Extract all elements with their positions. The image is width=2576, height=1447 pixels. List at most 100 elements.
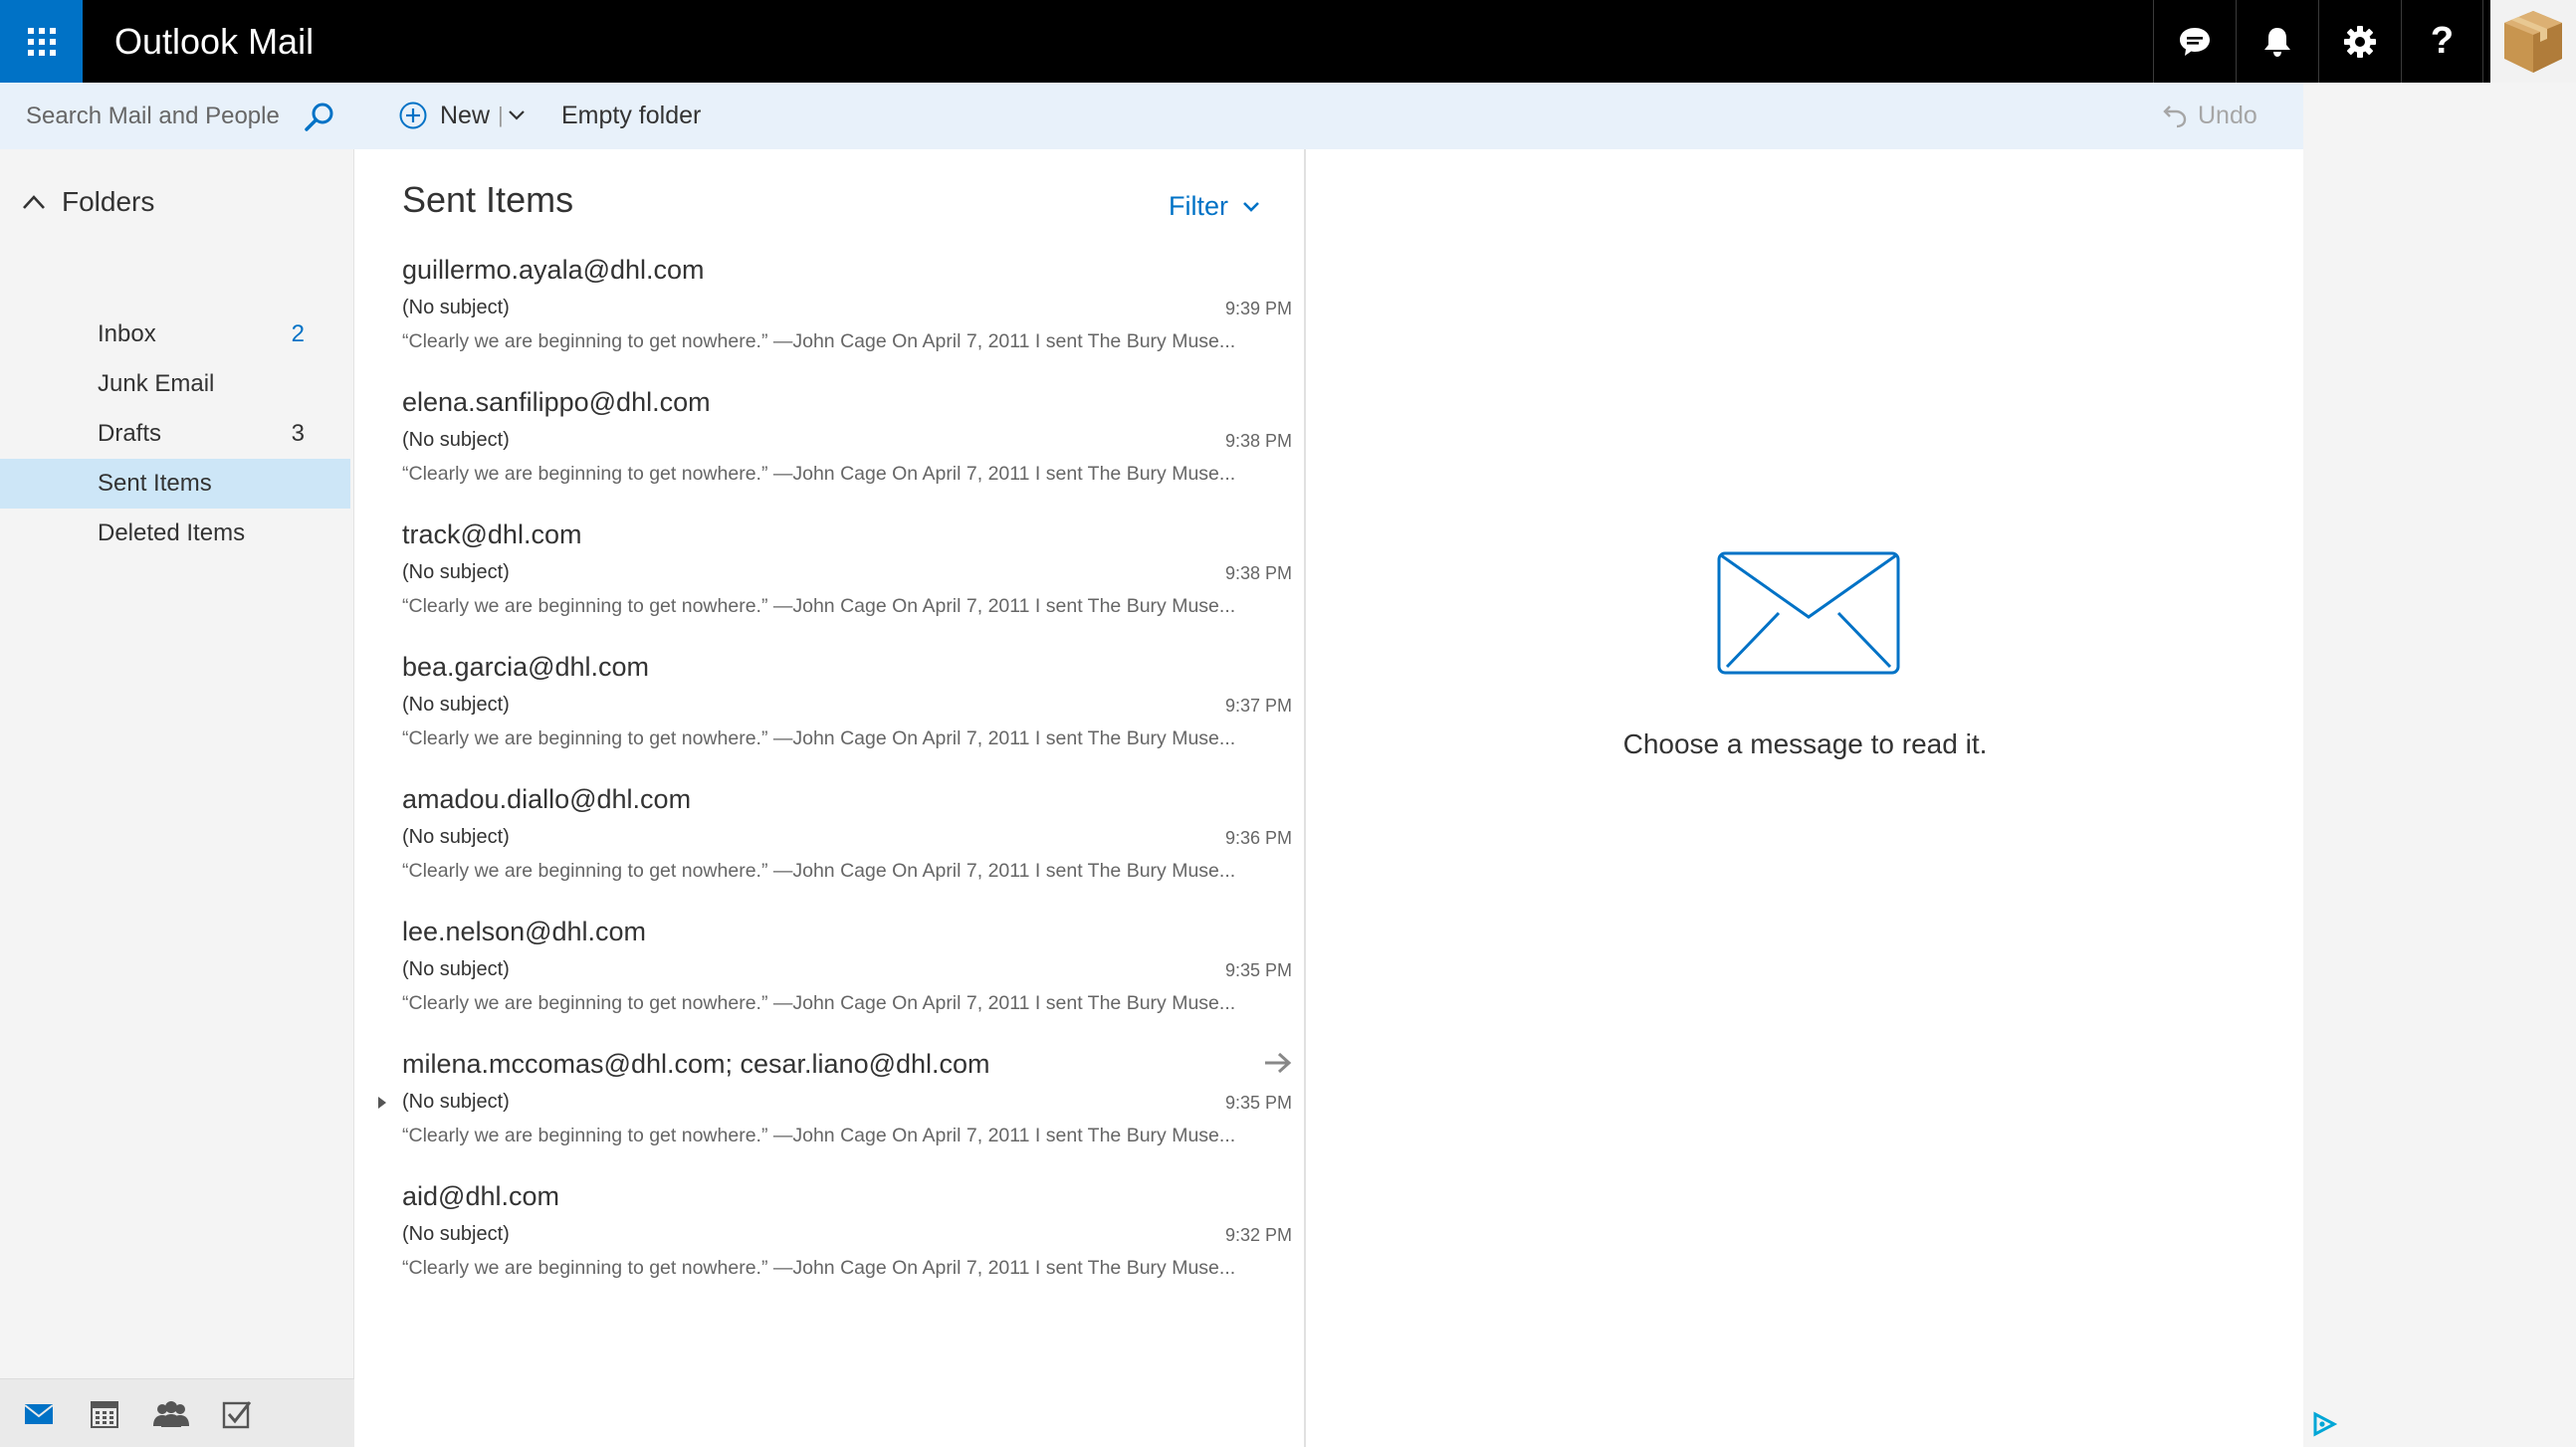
folders-toggle[interactable]: Folders: [22, 182, 154, 222]
message-sender: elena.sanfilippo@dhl.com: [402, 387, 711, 417]
message-preview: “Clearly we are beginning to get nowhere…: [402, 727, 1236, 749]
message-subject: (No subject): [402, 958, 510, 980]
message-sender: guillermo.ayala@dhl.com: [402, 255, 705, 285]
new-separator: |: [498, 103, 504, 127]
message-preview: “Clearly we are beginning to get nowhere…: [402, 595, 1236, 617]
nav-mail-button[interactable]: [16, 1391, 62, 1437]
reading-pane: Choose a message to read it.: [1307, 149, 2303, 1447]
message-list: Sent Items Filter guillermo.ayala@dhl.co…: [354, 149, 1306, 1447]
message-sender: milena.mccomas@dhl.com; cesar.liano@dhl.…: [402, 1049, 990, 1079]
message-sender: amadou.diallo@dhl.com: [402, 784, 692, 814]
folder-pane: Folders Inbox 2 Junk Email Drafts 3 Sent…: [0, 83, 354, 1447]
chevron-up-icon: [23, 195, 45, 209]
folder-item-inbox[interactable]: Inbox 2: [0, 310, 350, 359]
settings-button[interactable]: [2318, 0, 2401, 83]
avatar[interactable]: [2490, 0, 2576, 83]
empty-folder-button[interactable]: Empty folder: [561, 96, 701, 135]
search-icon: [305, 103, 333, 131]
calendar-icon: [91, 1401, 118, 1428]
help-icon: ?: [2430, 20, 2455, 62]
folder-label: Deleted Items: [98, 519, 246, 546]
filter-button[interactable]: Filter: [1169, 191, 1260, 222]
notifications-button[interactable]: [2236, 0, 2318, 83]
message-sender: aid@dhl.com: [402, 1181, 559, 1211]
folder-label: Junk Email: [98, 370, 215, 397]
message-time: 9:32 PM: [1224, 1225, 1292, 1245]
message-time: 9:35 PM: [1224, 1093, 1292, 1113]
message-item[interactable]: elena.sanfilippo@dhl.com (No subject) 9:…: [354, 377, 1304, 510]
nav-calendar-button[interactable]: [82, 1391, 127, 1437]
ad-rail: [2303, 83, 2576, 1447]
message-subject: (No subject): [402, 297, 510, 318]
message-time: 9:38 PM: [1224, 431, 1292, 451]
package-avatar-icon: [2504, 10, 2562, 73]
new-message-button[interactable]: New |: [398, 96, 526, 135]
folder-item-count: 3: [291, 420, 305, 447]
undo-icon: [2163, 105, 2187, 128]
message-preview: “Clearly we are beginning to get nowhere…: [402, 992, 1236, 1014]
search-input[interactable]: [0, 83, 289, 149]
undo-label: Undo: [2198, 101, 2257, 129]
app-launcher-icon: [27, 27, 56, 56]
message-item[interactable]: aid@dhl.com (No subject) 9:32 PM “Clearl…: [354, 1171, 1304, 1304]
app-title[interactable]: Outlook Mail: [114, 0, 314, 83]
adchoices-icon[interactable]: [2311, 1411, 2337, 1437]
message-sender: track@dhl.com: [402, 519, 582, 549]
folder-item-deleted-items[interactable]: Deleted Items: [0, 509, 350, 558]
message-preview: “Clearly we are beginning to get nowhere…: [402, 463, 1236, 485]
help-button[interactable]: ?: [2401, 0, 2483, 83]
message-item[interactable]: lee.nelson@dhl.com (No subject) 9:35 PM …: [354, 907, 1304, 1039]
folder-item-junk-email[interactable]: Junk Email: [0, 359, 350, 409]
chat-icon: [2180, 27, 2210, 56]
message-item[interactable]: track@dhl.com (No subject) 9:38 PM “Clea…: [354, 510, 1304, 642]
message-time: 9:37 PM: [1224, 696, 1292, 716]
envelope-icon: [1717, 551, 1900, 675]
search-button[interactable]: [301, 98, 338, 135]
chat-button[interactable]: [2153, 0, 2236, 83]
folder-item-drafts[interactable]: Drafts 3: [0, 409, 350, 459]
nav-people-button[interactable]: [148, 1391, 194, 1437]
new-label: New: [440, 101, 491, 129]
expand-thread-icon[interactable]: [376, 1095, 388, 1111]
message-item[interactable]: milena.mccomas@dhl.com; cesar.liano@dhl.…: [354, 1039, 1304, 1171]
command-bar: New | Empty folder Undo: [354, 83, 2303, 149]
folder-label: Sent Items: [98, 470, 212, 497]
undo-button[interactable]: Undo: [2162, 96, 2257, 135]
folder-item-sent-items[interactable]: Sent Items: [0, 459, 350, 509]
message-time: 9:35 PM: [1224, 960, 1292, 980]
message-item[interactable]: amadou.diallo@dhl.com (No subject) 9:36 …: [354, 774, 1304, 907]
message-time: 9:36 PM: [1224, 828, 1292, 848]
chevron-down-icon[interactable]: [508, 109, 526, 121]
folder-label: Inbox: [98, 320, 156, 347]
message-subject: (No subject): [402, 1091, 510, 1113]
message-preview: “Clearly we are beginning to get nowhere…: [402, 860, 1236, 882]
mail-icon: [24, 1404, 54, 1424]
list-title: Sent Items: [402, 179, 574, 220]
folder-label: Drafts: [98, 420, 162, 447]
search-box: [0, 83, 354, 149]
top-bar: Outlook Mail ?: [0, 0, 2576, 83]
message-item[interactable]: bea.garcia@dhl.com (No subject) 9:37 PM …: [354, 642, 1304, 774]
plus-circle-icon: [399, 102, 427, 129]
message-time: 9:38 PM: [1224, 563, 1292, 583]
nav-tasks-button[interactable]: [214, 1391, 260, 1437]
folders-label: Folders: [62, 186, 155, 217]
folder-unread-count: 2: [291, 320, 305, 347]
message-subject: (No subject): [402, 429, 510, 451]
bell-icon: [2264, 27, 2290, 57]
message-subject: (No subject): [402, 694, 510, 716]
message-subject: (No subject): [402, 561, 510, 583]
message-preview: “Clearly we are beginning to get nowhere…: [402, 1257, 1236, 1279]
people-icon: [153, 1401, 189, 1427]
message-preview: “Clearly we are beginning to get nowhere…: [402, 330, 1236, 352]
tasks-icon: [222, 1401, 252, 1429]
message-sender: bea.garcia@dhl.com: [402, 652, 650, 682]
filter-label: Filter: [1169, 191, 1228, 221]
forward-icon: [1265, 1052, 1292, 1074]
chevron-down-icon: [1243, 201, 1259, 212]
message-subject: (No subject): [402, 826, 510, 848]
message-item[interactable]: guillermo.ayala@dhl.com (No subject) 9:3…: [354, 245, 1304, 377]
message-time: 9:39 PM: [1224, 299, 1292, 318]
module-switcher: [0, 1378, 354, 1447]
app-launcher-button[interactable]: [0, 0, 83, 83]
